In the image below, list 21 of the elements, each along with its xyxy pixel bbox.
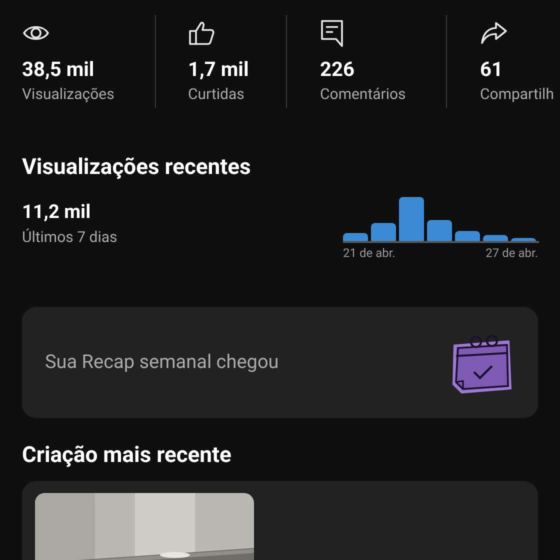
video-card[interactable] — [22, 481, 538, 560]
comment-icon — [320, 19, 344, 47]
stat-value: 1,7 mil — [188, 56, 249, 82]
section-title: Visualizações recentes — [22, 154, 251, 182]
stat-value: 38,5 mil — [22, 56, 94, 82]
recap-text: Sua Recap semanal chegou — [45, 349, 279, 376]
stat-label: Compartilh — [480, 84, 554, 104]
axis-label: 21 de abr. — [343, 245, 396, 261]
recap-card[interactable]: Sua Recap semanal chegou — [22, 307, 538, 418]
thumbs-up-icon — [188, 20, 216, 46]
share-icon — [480, 21, 508, 45]
stat-value: 61 — [480, 56, 503, 82]
stat-label: Curtidas — [188, 84, 244, 104]
stat-label: Comentários — [320, 84, 406, 104]
eye-icon — [22, 23, 50, 43]
section-title: Criação mais recente — [22, 442, 232, 470]
stat-label: Visualizações — [22, 84, 114, 104]
axis-label: 27 de abr. — [486, 245, 538, 261]
stat-value: 226 — [320, 56, 354, 82]
views-count: 11,2 mil — [22, 199, 91, 225]
period-label: Últimos 7 dias — [22, 227, 118, 247]
